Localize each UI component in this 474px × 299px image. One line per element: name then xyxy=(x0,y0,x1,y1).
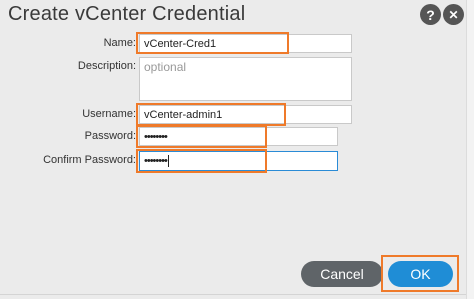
help-icon: ? xyxy=(426,6,435,23)
cancel-button[interactable]: Cancel xyxy=(301,261,383,287)
password-label: Password: xyxy=(84,130,136,142)
ok-highlight xyxy=(381,255,459,292)
dialog-right-edge xyxy=(466,0,474,299)
name-label: Name: xyxy=(103,37,136,49)
create-credential-dialog: Create vCenter Credential ? ✕ Name: vCen… xyxy=(0,0,474,299)
description-textarea[interactable]: optional xyxy=(139,57,352,101)
username-highlight xyxy=(136,103,286,126)
description-label: Description: xyxy=(77,60,136,72)
username-label: Username: xyxy=(82,108,136,120)
dialog-title: Create vCenter Credential xyxy=(8,3,246,25)
name-highlight xyxy=(136,32,289,54)
password-highlight xyxy=(136,125,267,148)
confirm-password-highlight xyxy=(136,149,267,173)
help-button[interactable]: ? xyxy=(420,4,441,25)
close-icon: ✕ xyxy=(448,7,459,22)
dialog-bottom-divider xyxy=(0,294,466,295)
confirm-password-label: Confirm Password: xyxy=(43,154,136,166)
close-button[interactable]: ✕ xyxy=(443,4,464,25)
